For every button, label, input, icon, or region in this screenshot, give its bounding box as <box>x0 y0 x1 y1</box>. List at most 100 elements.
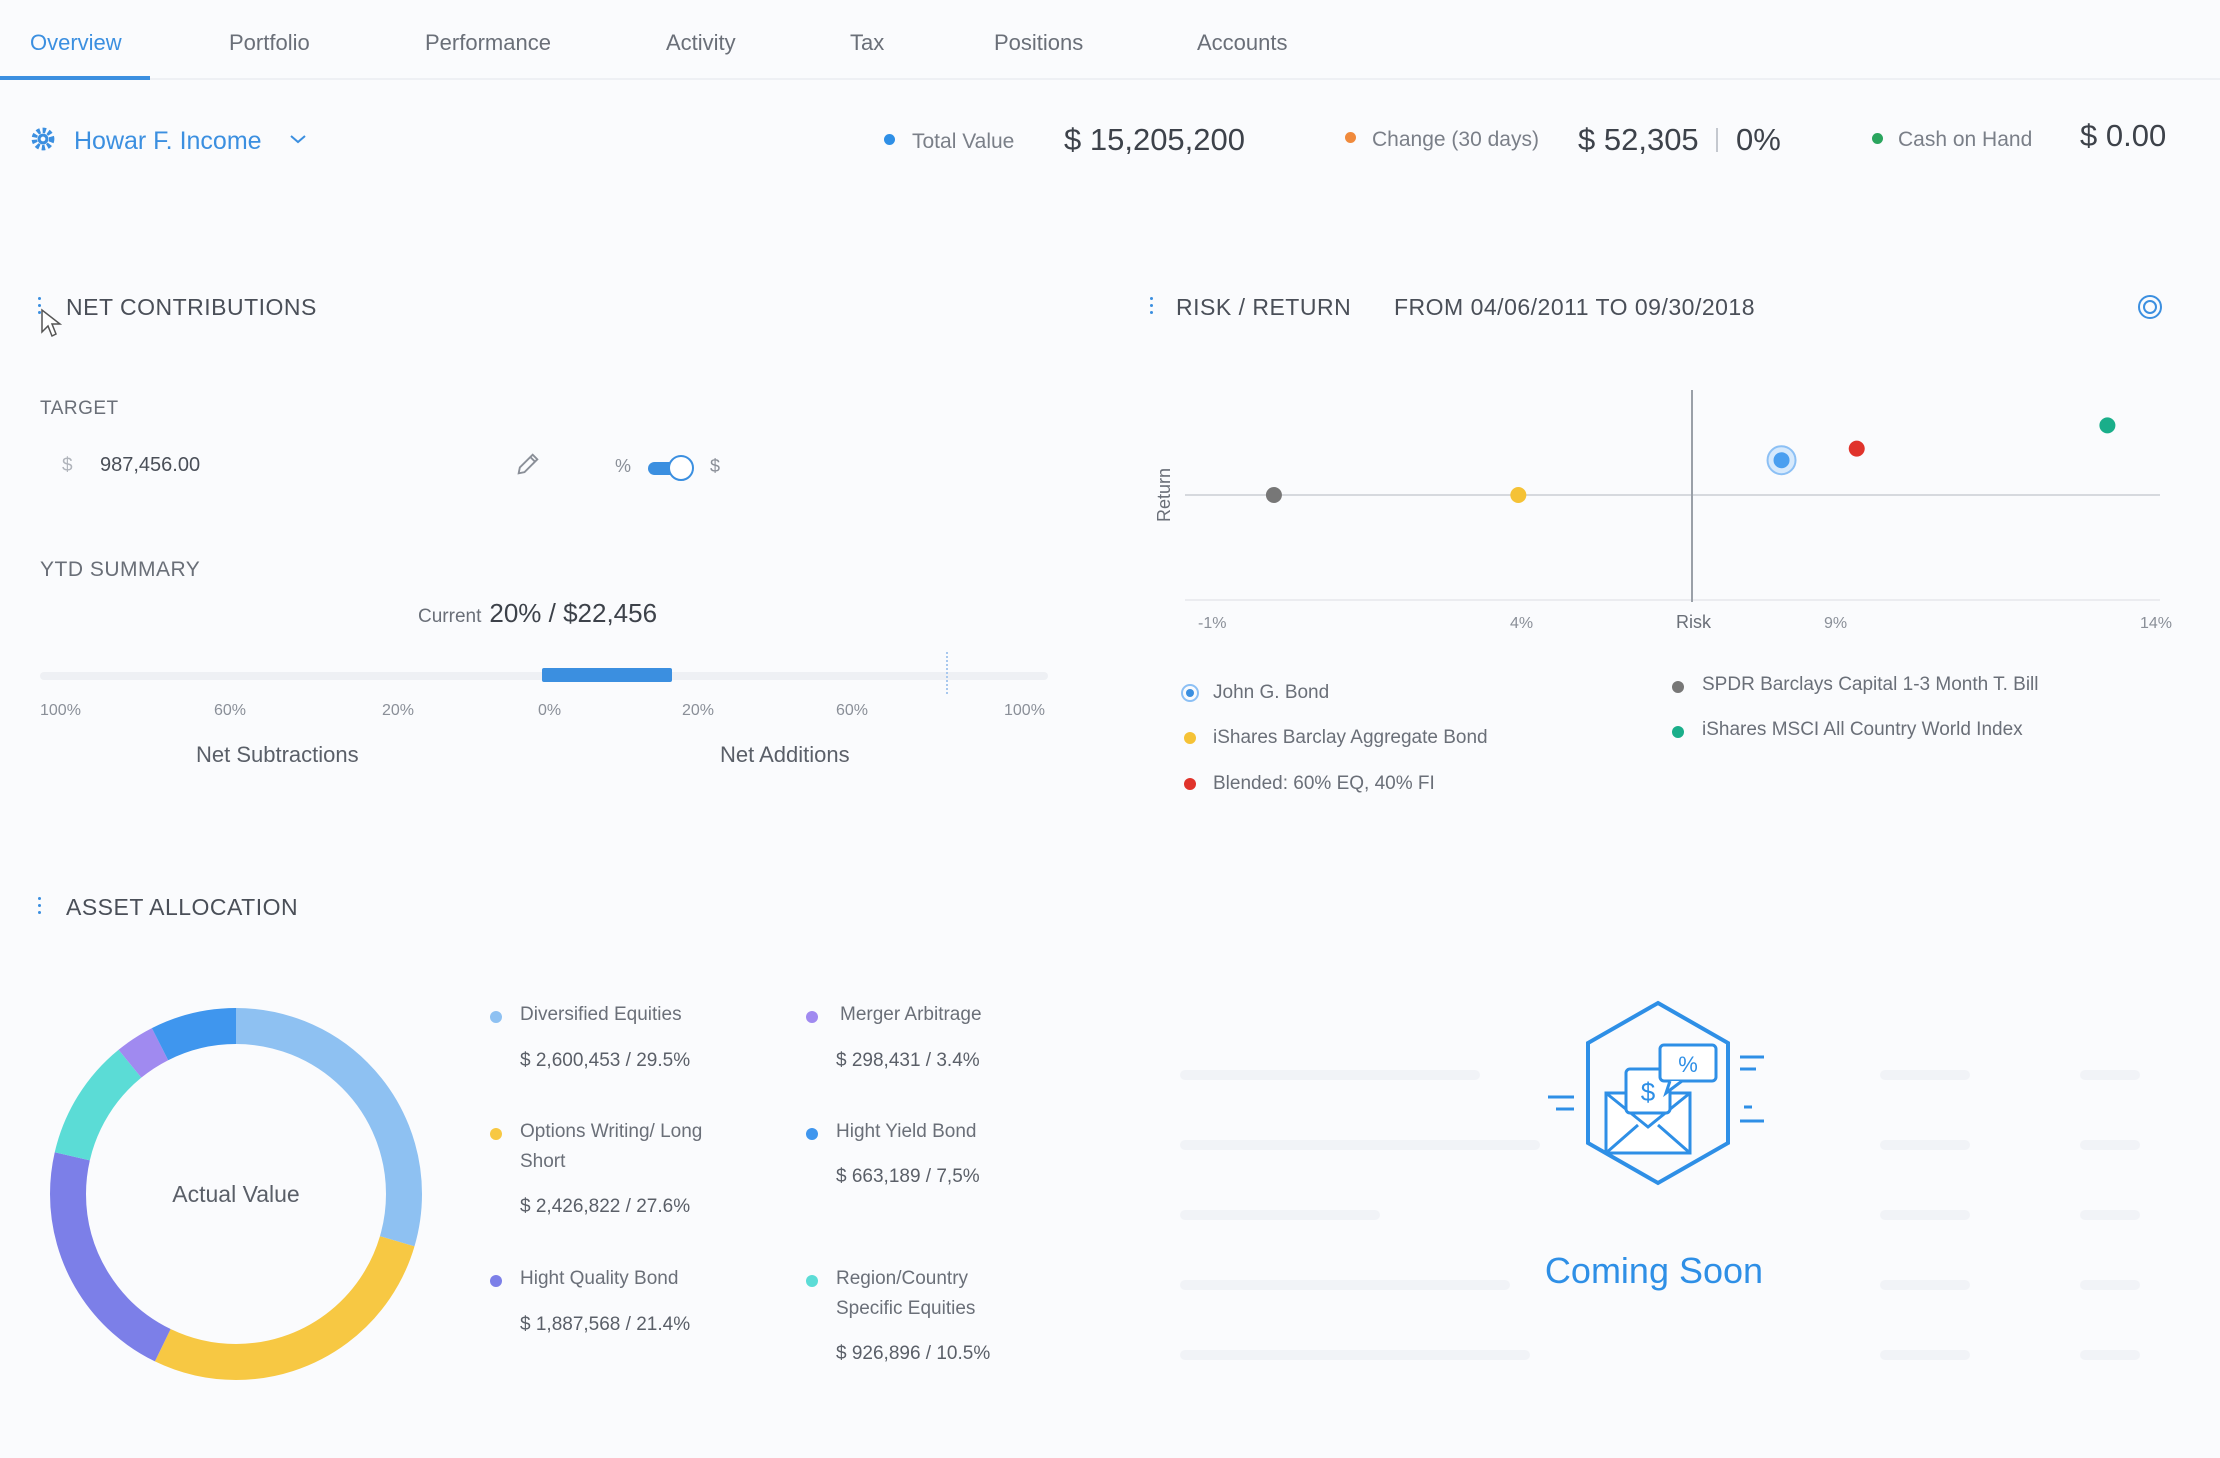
alloc-dot-diversified-equities <box>490 1011 502 1023</box>
alloc-value-merger-arbitrage: $ 298,431 / 3.4% <box>836 1050 980 1071</box>
alloc-name-region-country: Region/Country Specific Equities <box>836 1268 976 1319</box>
ytd-tick: 60% <box>836 702 869 719</box>
total-value-dot <box>884 134 895 145</box>
ytd-summary-label: YTD SUMMARY <box>40 558 201 581</box>
tab-overview[interactable]: Overview <box>30 30 122 56</box>
x-tick: 14% <box>2140 615 2172 632</box>
unit-toggle[interactable] <box>646 454 696 482</box>
alloc-dot-options-writing <box>490 1128 502 1140</box>
gear-icon[interactable] <box>30 126 56 157</box>
legend-marker-agg-bond <box>1184 732 1196 744</box>
current-summary: Current 20% / $22,456 <box>418 598 657 629</box>
svg-text:%: % <box>1678 1052 1698 1077</box>
risk-return-title: RISK / RETURN <box>1176 294 1352 320</box>
allocation-donut: Actual Value <box>50 1008 422 1380</box>
risk-return-chart: Return -1% 4% Risk 9% 14% <box>1154 390 2172 632</box>
svg-text:$: $ <box>1641 1077 1656 1107</box>
alloc-dot-high-quality-bond <box>490 1275 502 1287</box>
change-dot <box>1345 132 1356 143</box>
net-contributions-title: NET CONTRIBUTIONS <box>66 294 317 320</box>
tab-accounts[interactable]: Accounts <box>1197 30 1288 56</box>
legend-marker-blended <box>1184 778 1196 790</box>
x-tick: 9% <box>1824 615 1847 632</box>
money-envelope-icon: $ % <box>1548 1000 1764 1186</box>
ytd-tick: 100% <box>40 702 81 719</box>
x-axis-label: Risk <box>1676 612 1712 632</box>
risk-return-menu-icon[interactable] <box>1150 297 1154 315</box>
cash-label: Cash on Hand <box>1898 128 2033 151</box>
target-label: TARGET <box>40 398 119 419</box>
change-label: Change (30 days) <box>1372 128 1539 151</box>
donut-center-label: Actual Value <box>172 1181 299 1207</box>
tab-bar: Overview Portfolio Performance Activity … <box>0 0 2220 80</box>
change-divider <box>1716 128 1718 152</box>
alloc-name-options-writing: Options Writing/ Long Short <box>520 1121 703 1172</box>
total-value-label: Total Value <box>912 130 1015 153</box>
target-currency: $ <box>62 455 73 476</box>
legend-marker-john-bond <box>1181 684 1199 702</box>
ytd-tick: 100% <box>1004 702 1045 719</box>
alloc-dot-high-yield-bond <box>806 1128 818 1140</box>
tab-portfolio[interactable]: Portfolio <box>229 30 310 56</box>
cursor-icon <box>40 308 63 343</box>
toggle-dollar-label: $ <box>710 456 721 476</box>
net-subtractions-label: Net Subtractions <box>196 742 359 767</box>
scatter-point[interactable] <box>1265 487 1282 503</box>
scatter-point[interactable] <box>1773 452 1790 469</box>
account-selector[interactable]: Howar F. Income <box>30 126 308 157</box>
account-name[interactable]: Howar F. Income <box>74 127 262 156</box>
alloc-name-high-quality-bond: Hight Quality Bond <box>520 1268 679 1289</box>
asset-allocation-menu-icon[interactable] <box>38 897 42 915</box>
alloc-name-high-yield-bond: Hight Yield Bond <box>836 1121 977 1142</box>
ytd-tick: 20% <box>682 702 715 719</box>
current-prefix: Current <box>418 606 482 627</box>
y-axis-label: Return <box>1154 468 1174 522</box>
target-value-input[interactable]: 987,456.00 <box>100 454 200 477</box>
coming-soon-label: Coming Soon <box>1544 1250 1764 1291</box>
cash-dot <box>1872 133 1883 144</box>
target-icon[interactable] <box>2137 294 2163 325</box>
ytd-tick: 20% <box>382 702 415 719</box>
alloc-value-high-yield-bond: $ 663,189 / 7,5% <box>836 1166 980 1187</box>
toggle-percent-label: % <box>615 456 632 476</box>
alloc-value-high-quality-bond: $ 1,887,568 / 21.4% <box>520 1314 691 1335</box>
cash-value: $ 0.00 <box>2080 118 2167 153</box>
legend-marker-spdr <box>1672 681 1684 693</box>
net-additions-label: Net Additions <box>720 742 850 767</box>
target-marker <box>946 652 948 694</box>
asset-allocation-title: ASSET ALLOCATION <box>66 894 299 920</box>
alloc-name-merger-arbitrage: Merger Arbitrage <box>840 1004 982 1025</box>
legend-marker-msci <box>1672 726 1684 738</box>
legend-blended: Blended: 60% EQ, 40% FI <box>1213 773 1435 794</box>
legend-msci: iShares MSCI All Country World Index <box>1702 719 2023 740</box>
scatter-point[interactable] <box>1510 487 1527 503</box>
active-tab-indicator <box>0 76 150 80</box>
alloc-name-diversified-equities: Diversified Equities <box>520 1004 682 1025</box>
alloc-dot-region-country <box>806 1275 818 1287</box>
legend-agg-bond: iShares Barclay Aggregate Bond <box>1213 727 1488 748</box>
risk-return-date-range: FROM 04/06/2011 TO 09/30/2018 <box>1394 294 1756 320</box>
alloc-value-diversified-equities: $ 2,600,453 / 29.5% <box>520 1050 691 1071</box>
alloc-value-region-country: $ 926,896 / 10.5% <box>836 1343 991 1364</box>
pencil-icon[interactable] <box>514 450 542 483</box>
tab-performance[interactable]: Performance <box>425 30 551 56</box>
ytd-tick: 60% <box>214 702 247 719</box>
scatter-point[interactable] <box>1848 440 1865 457</box>
alloc-value-options-writing: $ 2,426,822 / 27.6% <box>520 1196 691 1217</box>
tab-activity[interactable]: Activity <box>666 30 736 56</box>
alloc-dot-merger-arbitrage <box>806 1011 818 1023</box>
x-tick: -1% <box>1198 615 1226 632</box>
scatter-point[interactable] <box>2099 417 2116 434</box>
tab-tax[interactable]: Tax <box>850 30 884 56</box>
x-tick: 4% <box>1510 615 1533 632</box>
total-value: $ 15,205,200 <box>1064 122 1246 157</box>
ytd-fill <box>542 668 672 682</box>
current-value: 20% / $22,456 <box>489 598 658 628</box>
legend-spdr: SPDR Barclays Capital 1-3 Month T. Bill <box>1702 674 2039 695</box>
chevron-down-icon[interactable] <box>288 132 308 151</box>
change-value: $ 52,305 <box>1578 122 1699 157</box>
ytd-tick: 0% <box>538 702 562 719</box>
legend-john-bond: John G. Bond <box>1213 682 1330 703</box>
change-pct: 0% <box>1736 122 1781 157</box>
tab-positions[interactable]: Positions <box>994 30 1083 56</box>
